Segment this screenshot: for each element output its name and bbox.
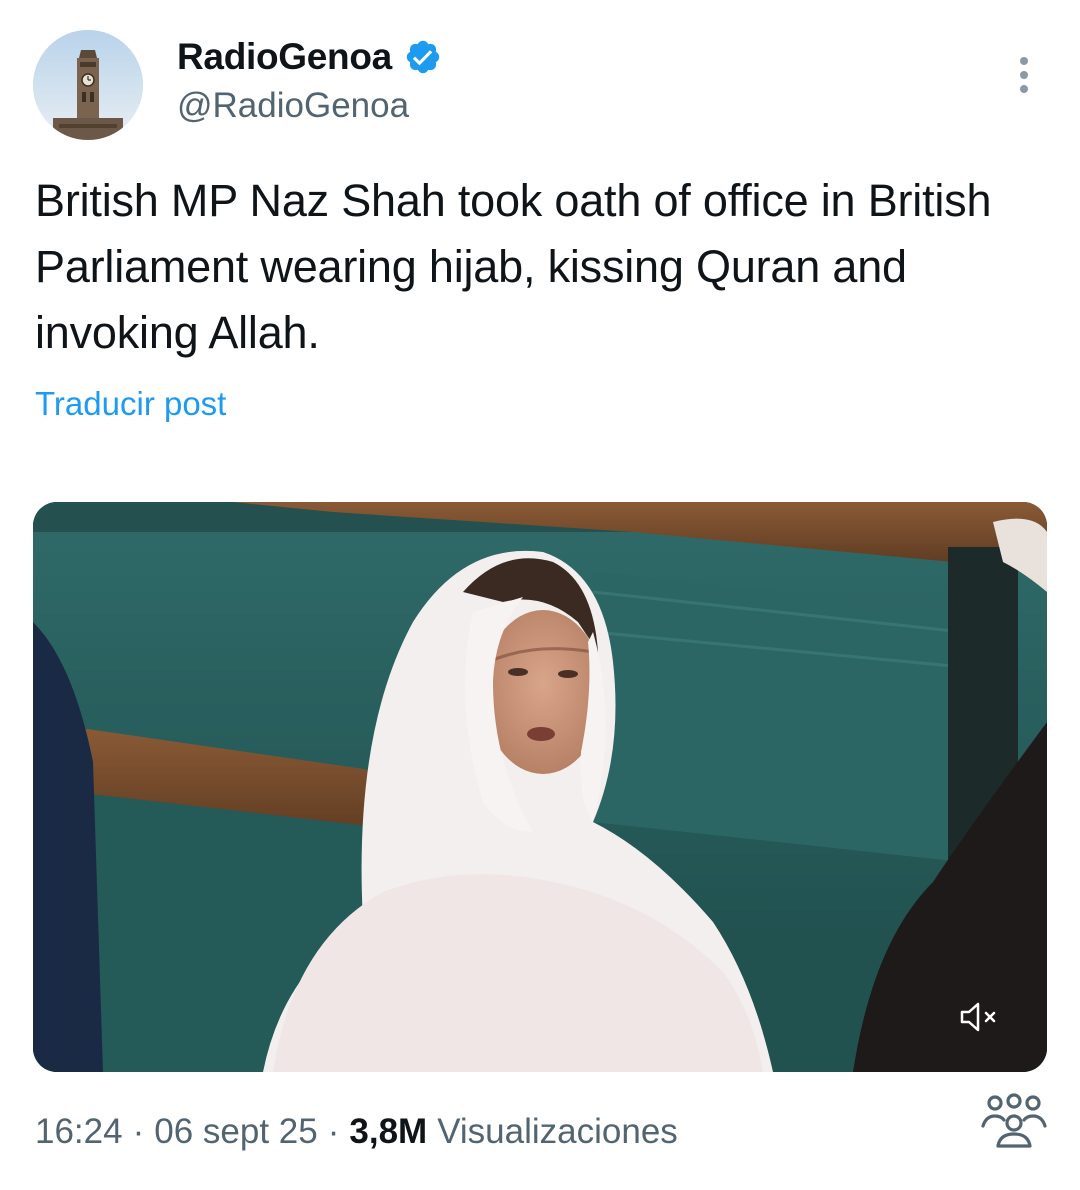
verified-badge-icon xyxy=(406,40,440,74)
views-count: 3,8M xyxy=(349,1112,428,1151)
author-handle[interactable]: @RadioGenoa xyxy=(177,86,409,126)
meta-separator: · xyxy=(132,1112,145,1151)
speaker-muted-icon[interactable] xyxy=(959,1000,1003,1034)
video-frame-image xyxy=(33,502,1047,1072)
clock-tower-icon xyxy=(33,30,143,140)
translate-post-link[interactable]: Traducir post xyxy=(35,385,226,423)
tweet-date[interactable]: 06 sept 25 xyxy=(154,1112,317,1152)
tweet-text: British MP Naz Shah took oath of office … xyxy=(35,175,992,358)
views-label: Visualizaciones xyxy=(437,1112,678,1151)
tweet-time[interactable]: 16:24 xyxy=(35,1112,123,1152)
more-options-icon[interactable] xyxy=(1011,55,1037,95)
meta-separator: · xyxy=(327,1112,340,1151)
community-icon[interactable] xyxy=(980,1092,1048,1148)
avatar[interactable] xyxy=(33,30,143,140)
video-player[interactable] xyxy=(33,502,1047,1072)
tweet-meta: 16:24 · 06 sept 25 · 3,8M Visualizacione… xyxy=(35,1112,678,1152)
author-name-row[interactable]: RadioGenoa xyxy=(177,36,442,78)
author-display-name[interactable]: RadioGenoa xyxy=(177,36,392,78)
